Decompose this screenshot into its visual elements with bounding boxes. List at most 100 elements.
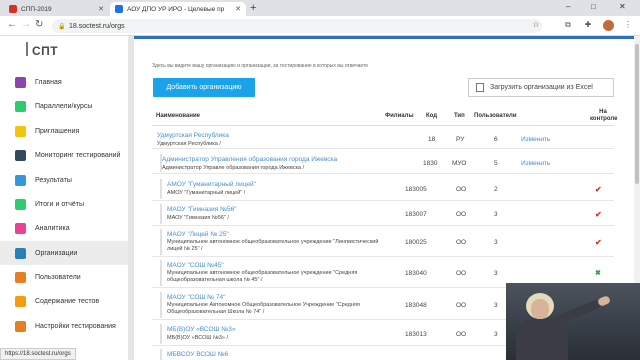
sidebar-item-parallels[interactable]: Параллели/курсы — [0, 94, 128, 118]
org-fullname: Муниципальное автономное общеобразовател… — [167, 239, 379, 252]
edit-link[interactable]: Изменить — [521, 136, 550, 143]
bookmark-star-icon[interactable]: ☆ — [530, 20, 542, 32]
test-content-icon — [15, 295, 26, 307]
main-scrollbar-thumb[interactable] — [635, 44, 639, 184]
tab-close-icon[interactable]: ✕ — [94, 5, 104, 13]
sidebar-item-label: Настройки тестирования — [35, 322, 116, 330]
sidebar-item-home[interactable]: Главная — [0, 70, 128, 94]
tab-favicon-icon — [9, 5, 17, 13]
org-users: 2 — [494, 186, 498, 193]
invitations-icon — [15, 125, 26, 137]
org-code: 183013 — [405, 331, 427, 338]
sidebar-item-results[interactable]: Результаты — [0, 168, 128, 192]
sidebar-item-monitoring[interactable]: Мониторинг тестирований — [0, 143, 128, 167]
puzzle-icon[interactable]: ✚ — [582, 20, 594, 32]
org-code: 180025 — [405, 239, 427, 246]
org-link[interactable]: МАОУ "СОШ № 74" — [167, 294, 225, 301]
org-users: 3 — [494, 270, 498, 277]
org-code: 18 — [428, 136, 436, 143]
new-tab-button[interactable]: + — [250, 2, 256, 14]
control-check-icon[interactable]: ✔ — [595, 185, 602, 194]
org-type: ОО — [456, 239, 467, 246]
tab-close-icon[interactable]: ✕ — [231, 5, 241, 13]
sidebar-item-analytics[interactable]: Аналитика — [0, 216, 128, 240]
indent-marker — [160, 204, 162, 224]
edit-link[interactable]: Изменить — [521, 160, 550, 167]
org-type: ОО — [456, 270, 467, 277]
table-row: Удмуртская Республика Удмуртская Республ… — [152, 128, 614, 149]
org-users: 3 — [494, 331, 498, 338]
logo: СПТ — [32, 44, 59, 58]
sidebar-item-test-content[interactable]: Содержание тестов — [0, 289, 128, 313]
sidebar-item-invitations[interactable]: Приглашения — [0, 119, 128, 143]
sidebar-item-label: Аналитика — [35, 224, 70, 232]
presenter-face — [531, 299, 549, 319]
address-text: 18.soctest.ru/orgs — [69, 22, 125, 30]
sidebar-item-label: Результаты — [35, 176, 72, 184]
org-code: 183005 — [405, 186, 427, 193]
sidebar-item-label: Организации — [35, 249, 78, 257]
table-row: МАОУ "Гимназия №56" МАОУ "Гимназия №56" … — [152, 202, 614, 226]
org-fullname: МБ(В)ОУ «ВСОШ №3» / — [167, 335, 229, 341]
org-link[interactable]: МБ(В)ОУ «ВСОШ №3» — [167, 326, 236, 333]
org-type: ОО — [456, 186, 467, 193]
forward-icon[interactable]: → — [21, 19, 31, 30]
extensions-icon[interactable]: ⧉ — [562, 20, 574, 32]
sidebar-item-label: Приглашения — [35, 127, 80, 135]
sidebar-item-users[interactable]: Пользователи — [0, 265, 128, 289]
profile-avatar[interactable] — [603, 20, 614, 31]
org-type: ОО — [456, 331, 467, 338]
column-branches: Филиалы — [385, 113, 414, 119]
lock-icon: 🔒 — [58, 24, 66, 30]
org-link[interactable]: Администратор Управления образования гор… — [162, 156, 337, 163]
browser-tab-1[interactable]: СПП-2019 ✕ — [4, 2, 109, 16]
reload-icon[interactable]: ↻ — [35, 19, 43, 30]
org-link[interactable]: МАОУ "Лицей № 25" — [167, 231, 229, 238]
control-check-icon[interactable]: ✔ — [595, 210, 602, 219]
browser-tab-2[interactable]: АОУ ДПО УР ИРО - Целевые пр ✕ — [110, 2, 246, 16]
page-hint: Здесь вы видите вашу организацию и орган… — [152, 63, 369, 69]
address-bar[interactable]: 🔒 18.soctest.ru/orgs — [52, 19, 542, 33]
control-check-icon[interactable]: ✔ — [595, 238, 602, 247]
org-users: 6 — [494, 136, 498, 143]
results-icon — [15, 174, 26, 186]
org-users: 3 — [494, 211, 498, 218]
column-type: Тип — [454, 113, 465, 119]
org-link[interactable]: Удмуртская Республика — [157, 132, 229, 139]
upload-excel-button[interactable]: Загрузить организации из Excel — [468, 78, 614, 97]
sidebar-item-label: Параллели/курсы — [35, 102, 93, 110]
upload-excel-label: Загрузить организации из Excel — [490, 84, 593, 91]
org-users: 3 — [494, 239, 498, 246]
sidebar-item-test-settings[interactable]: Настройки тестирования — [0, 314, 128, 338]
org-code: 1830 — [423, 160, 438, 167]
header-accent-line — [134, 36, 634, 39]
sidebar: СПТ Главная Параллели/курсы Приглашения … — [0, 36, 128, 360]
back-icon[interactable]: ← — [7, 19, 17, 30]
logo-mark-icon — [26, 42, 30, 56]
org-fullname: МАОУ "Гимназия №56" / — [167, 215, 229, 221]
reports-icon — [15, 198, 26, 210]
control-cross-icon[interactable]: ✖ — [595, 269, 601, 277]
table-row: Администратор Управления образования гор… — [152, 152, 614, 174]
org-fullname: Муниципальное автономное общеобразовател… — [167, 270, 358, 283]
column-name: Наименование — [156, 113, 201, 119]
org-link[interactable]: АМОУ "Гуманитарный лицей" — [167, 181, 256, 188]
users-icon — [15, 271, 26, 283]
close-window-button[interactable]: ✕ — [619, 2, 626, 11]
maximize-button[interactable]: □ — [591, 2, 596, 11]
status-bar: https://18.soctest.ru/orgs — [0, 348, 76, 360]
org-fullname: Муниципальное Автономное Общеобразовател… — [167, 302, 360, 315]
org-link[interactable]: МБВСОУ ВСОШ №6 — [167, 351, 228, 358]
sidebar-item-label: Содержание тестов — [35, 297, 100, 305]
sidebar-item-organizations[interactable]: Организации — [0, 241, 128, 265]
org-link[interactable]: МАОУ "Гимназия №56" — [167, 206, 237, 213]
minimize-button[interactable]: – — [566, 2, 570, 11]
menu-icon[interactable]: ⋮ — [622, 20, 634, 32]
org-link[interactable]: МАОУ "СОШ №45" — [167, 262, 224, 269]
sidebar-item-reports[interactable]: Итоги и отчёты — [0, 192, 128, 216]
table-header: Наименование Филиалы Код Тип Пользовател… — [152, 108, 617, 126]
org-type: МУО — [452, 160, 467, 167]
org-type: РУ — [456, 136, 465, 143]
add-organization-button[interactable]: Добавить организацию — [153, 78, 255, 97]
presenter-body — [516, 319, 568, 360]
